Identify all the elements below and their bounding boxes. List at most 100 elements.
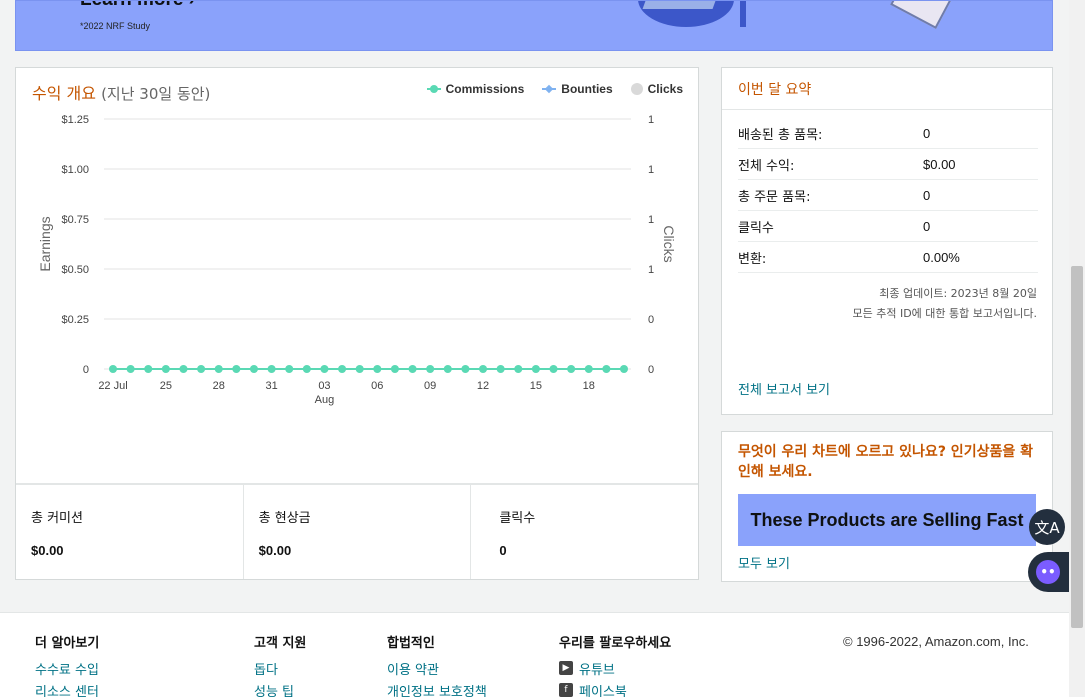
x-tick-label: 15	[530, 380, 542, 392]
youtube-icon: ▶	[559, 661, 573, 675]
commissions-point	[496, 365, 505, 373]
translate-icon: 文A	[1034, 518, 1060, 537]
footer-col-follow: 우리를 팔로우하세요 ▶ 유튜브 f 페이스북	[559, 632, 671, 697]
commissions-point	[267, 365, 276, 373]
earnings-overview-card: 수익 개요 (지난 30일 동안) Commissions Bounties C…	[15, 67, 699, 580]
footer-link[interactable]: 수수료 수입	[35, 657, 99, 679]
y2-tick-label: 1	[648, 264, 654, 276]
learn-more-link[interactable]: Learn more ›	[80, 1, 195, 11]
commissions-point	[338, 365, 347, 373]
footer-col-legal: 합법적인 이용 약관 개인정보 보호정책	[387, 632, 487, 697]
assistant-icon: ••	[1036, 560, 1060, 584]
summary-row: 배송된 총 품목: 0	[738, 118, 1038, 149]
copyright: © 1996-2022, Amazon.com, Inc.	[843, 634, 1029, 649]
popular-products-card: 무엇이 우리 차트에 오르고 있나요? 인기상품을 확인해 보세요. These…	[721, 431, 1053, 582]
stat-value: $0.00	[31, 543, 64, 558]
x-tick-label: 09	[424, 380, 436, 392]
x-tick-label: 31	[265, 380, 277, 392]
summary-label: 클릭수	[738, 220, 774, 236]
banner-illustration-paper	[642, 1, 724, 9]
commissions-point	[179, 365, 188, 373]
facebook-icon: f	[559, 683, 573, 697]
commissions-point	[126, 365, 135, 373]
commissions-point	[302, 365, 311, 373]
footer-link[interactable]: 돕다	[254, 657, 306, 679]
commissions-point	[373, 365, 382, 373]
summary-row: 총 주문 품목: 0	[738, 180, 1038, 211]
stat-label: 총 커미션	[31, 511, 83, 526]
scrollbar-thumb[interactable]	[1071, 266, 1083, 628]
y-axis-label: Earnings	[37, 216, 53, 271]
view-all-link[interactable]: 모두 보기	[738, 553, 790, 572]
summary-value: 0	[923, 187, 931, 203]
commissions-point	[197, 365, 206, 373]
footer-col-support: 고객 지원 돕다 성능 팁	[254, 632, 306, 697]
footer-link[interactable]: 성능 팁	[254, 679, 306, 697]
summary-description: 모든 추적 ID에 대한 통합 보고서입니다.	[852, 307, 1038, 320]
summary-label: 변환:	[738, 251, 767, 267]
y-tick-label: $0.50	[61, 264, 89, 276]
y-tick-label: $0.75	[61, 214, 89, 226]
commissions-point	[620, 365, 628, 373]
footer-link[interactable]: 리소스 센터	[35, 679, 99, 697]
footer-link[interactable]: 개인정보 보호정책	[387, 679, 487, 697]
commissions-point	[567, 365, 576, 373]
y2-tick-label: 1	[648, 214, 654, 226]
summary-value: 0.00%	[923, 249, 960, 265]
earnings-chart: $1.25 1 $1.00 1 $0.75 1 $0.50 1 $0.25 0 0 0 Earnings…	[37, 114, 677, 406]
selling-fast-banner[interactable]: These Products are Selling Fast	[738, 494, 1036, 546]
translate-button[interactable]: 文A	[1029, 509, 1065, 545]
footer-heading: 우리를 팔로우하세요	[559, 636, 672, 651]
commissions-point	[109, 365, 117, 373]
commissions-point	[426, 365, 435, 373]
footer-link-label: 유튜브	[579, 662, 615, 678]
summary-value: 0	[923, 218, 931, 234]
x-tick-label: 12	[477, 380, 489, 392]
banner-footnote: *2022 NRF Study	[80, 21, 151, 31]
footer-heading: 고객 지원	[254, 636, 307, 651]
footer-link-youtube[interactable]: ▶ 유튜브	[559, 657, 671, 679]
stat-label: 총 현상금	[258, 511, 311, 526]
summary-note: 최종 업데이트: 2023년 8월 20일 모든 추적 ID에 대한 통합 보고…	[853, 284, 1038, 324]
summary-row: 클릭수 0	[738, 211, 1038, 242]
summary-table: 배송된 총 품목: 0 전체 수익: $0.00 총 주문 품목: 0 클릭수 0 변환…	[738, 118, 1038, 273]
commissions-point	[390, 365, 399, 373]
banner-illustration-laptop	[890, 1, 954, 29]
summary-label: 배송된 총 품목:	[738, 127, 823, 143]
footer-link-facebook[interactable]: f 페이스북	[559, 679, 671, 697]
summary-title: 이번 달 요약	[722, 68, 1052, 110]
stat-label: 클릭수	[499, 511, 536, 526]
stat-value: 0	[499, 543, 507, 558]
y2-axis-label: Clicks	[661, 225, 677, 262]
summary-label: 전체 수익:	[738, 158, 795, 174]
commissions-point	[232, 365, 241, 373]
summary-row: 변환: 0.00%	[738, 242, 1038, 273]
banner-illustration-bar	[740, 1, 746, 27]
summary-value: 0	[923, 125, 931, 141]
footer-link[interactable]: 이용 약관	[387, 657, 487, 679]
earnings-stats: 총 커미션 $0.00 총 현상금 $0.00 클릭수 0	[16, 483, 698, 579]
y-tick-label: $1.25	[61, 114, 89, 126]
commissions-point	[549, 365, 558, 373]
page-scrollbar[interactable]	[1069, 0, 1085, 697]
y2-tick-label: 1	[648, 164, 654, 176]
commissions-point	[514, 365, 523, 373]
commissions-point	[144, 365, 153, 373]
commissions-point	[355, 365, 364, 373]
view-full-report-link[interactable]: 전체 보고서 보기	[738, 379, 830, 398]
footer: 더 알아보기 수수료 수입 리소스 센터 고객 지원 돕다 성능 팁 합법적인 …	[0, 612, 1069, 697]
y2-tick-label: 1	[648, 114, 654, 126]
footer-col-learn-more: 더 알아보기 수수료 수입 리소스 센터	[35, 632, 99, 697]
x-tick-label: 03	[318, 380, 330, 392]
y2-tick-label: 0	[648, 314, 654, 326]
promo-banner[interactable]: Learn more › *2022 NRF Study	[15, 0, 1053, 51]
x-tick-label: 06	[371, 380, 383, 392]
assistant-button[interactable]: ••	[1028, 552, 1070, 592]
y2-tick-label: 0	[648, 364, 654, 376]
footer-heading: 합법적인	[387, 636, 435, 651]
stat-total-commissions: 총 커미션 $0.00	[16, 485, 244, 579]
summary-row: 전체 수익: $0.00	[738, 149, 1038, 180]
y-tick-label: $1.00	[61, 164, 89, 176]
commissions-point	[161, 365, 170, 373]
commissions-point	[602, 365, 611, 373]
